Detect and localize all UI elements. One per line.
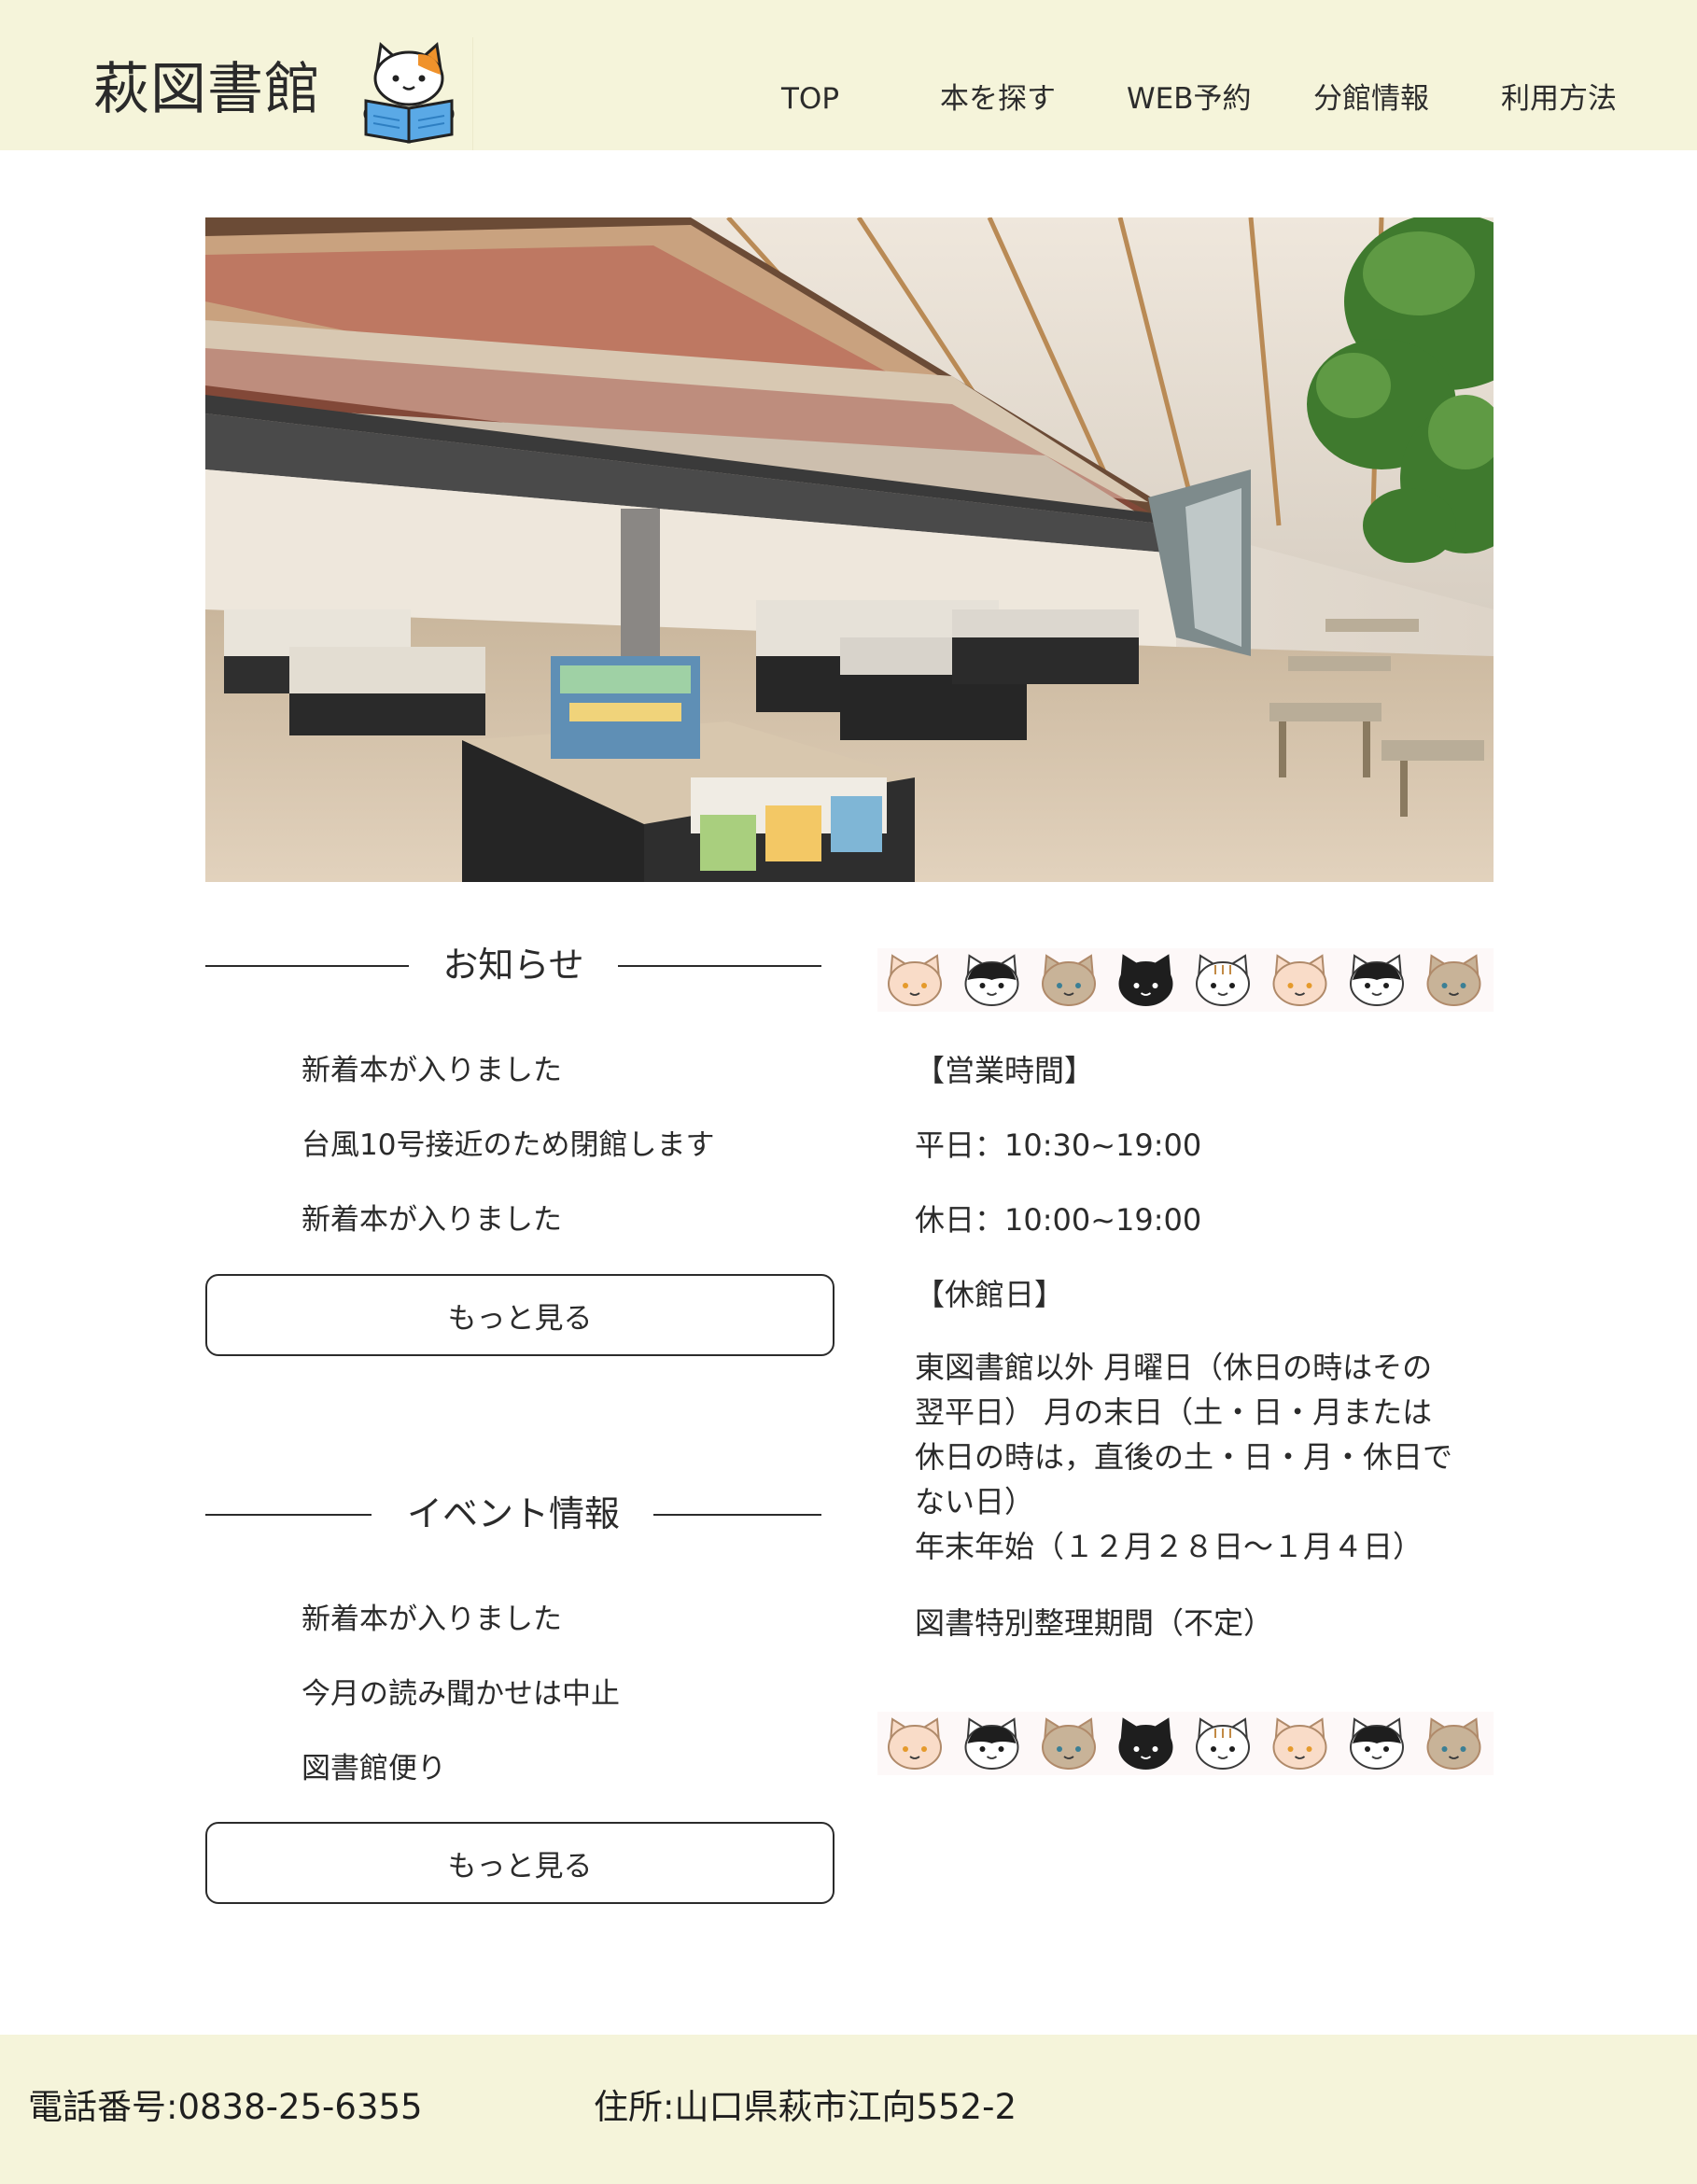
site-footer: 電話番号:0838-25-6355 住所:山口県萩市江向552-2 bbox=[0, 2035, 1697, 2184]
closed-line: 東図書館以外 月曜日（休日の時はその bbox=[915, 1350, 1433, 1385]
cat-face-icon bbox=[1042, 954, 1096, 1006]
cat-face-icon bbox=[1196, 1717, 1250, 1770]
hours-heading: 【営業時間】 bbox=[915, 1053, 1095, 1088]
event-item[interactable]: 図書館便り bbox=[302, 1748, 446, 1789]
events-more-button[interactable]: もっと見る bbox=[205, 1822, 834, 1904]
closed-line: 年末年始（１２月２８日〜１月４日） bbox=[915, 1529, 1424, 1564]
cat-face-icon bbox=[1118, 954, 1173, 1006]
news-item[interactable]: 新着本が入りました bbox=[302, 1199, 562, 1240]
news-heading: お知らせ bbox=[205, 935, 821, 995]
event-item[interactable]: 新着本が入りました bbox=[302, 1599, 562, 1640]
closed-special: 図書特別整理期間（不定） bbox=[915, 1605, 1274, 1641]
events-title: イベント情報 bbox=[406, 1493, 620, 1534]
cat-face-icon bbox=[1350, 1717, 1404, 1770]
news-title: お知らせ bbox=[442, 945, 584, 986]
nav-how-to-use[interactable]: 利用方法 bbox=[1501, 73, 1617, 125]
cat-face-icon bbox=[1196, 954, 1250, 1006]
cat-face-icon bbox=[1042, 1717, 1096, 1770]
hours-holiday: 休日：10:00~19:00 bbox=[915, 1202, 1202, 1238]
cat-face-icon bbox=[964, 954, 1019, 1006]
closed-line: 翌平日） 月の末日（土・日・月または bbox=[915, 1394, 1433, 1430]
closed-line: 休日の時は，直後の土・日・月・休日で bbox=[915, 1439, 1453, 1475]
nav-search-books[interactable]: 本を探す bbox=[940, 73, 1056, 125]
nav-branch-info[interactable]: 分館情報 bbox=[1313, 73, 1429, 125]
news-item[interactable]: 台風10号接近のため閉館します bbox=[302, 1125, 714, 1166]
news-more-button[interactable]: もっと見る bbox=[205, 1274, 834, 1356]
site-header: 萩図書館 TOP 本を探す WEB予約 分館情報 利用方法 bbox=[0, 0, 1697, 150]
cat-face-icon bbox=[1118, 1717, 1173, 1770]
nav-web-reservation[interactable]: WEB予約 bbox=[1127, 73, 1252, 125]
cat-face-icon bbox=[1350, 954, 1404, 1006]
event-item[interactable]: 今月の読み聞かせは中止 bbox=[302, 1673, 620, 1715]
cat-face-icon bbox=[1426, 1717, 1481, 1770]
main-nav: TOP 本を探す WEB予約 分館情報 利用方法 bbox=[0, 73, 1697, 125]
cat-faces-border-bottom bbox=[877, 1712, 1494, 1775]
cat-face-icon bbox=[1426, 954, 1481, 1006]
cat-face-icon bbox=[1272, 1717, 1327, 1770]
cat-faces-border-top bbox=[877, 948, 1494, 1012]
library-interior-photo bbox=[205, 217, 1494, 882]
nav-top[interactable]: TOP bbox=[781, 73, 839, 125]
closed-heading: 【休館日】 bbox=[915, 1277, 1065, 1312]
closed-line: ない日） bbox=[915, 1484, 1035, 1519]
footer-address: 住所:山口県萩市江向552-2 bbox=[594, 2087, 1017, 2127]
closed-days-block: 東図書館以外 月曜日（休日の時はその 翌平日） 月の末日（土・日・月または 休日… bbox=[915, 1345, 1475, 1569]
cat-face-icon bbox=[888, 1717, 942, 1770]
events-heading: イベント情報 bbox=[205, 1484, 821, 1544]
cat-face-icon bbox=[888, 954, 942, 1006]
hours-weekday: 平日：10:30~19:00 bbox=[915, 1127, 1202, 1163]
news-item[interactable]: 新着本が入りました bbox=[302, 1050, 562, 1091]
cat-face-icon bbox=[1272, 954, 1327, 1006]
footer-phone: 電話番号:0838-25-6355 bbox=[28, 2087, 423, 2127]
cat-face-icon bbox=[964, 1717, 1019, 1770]
